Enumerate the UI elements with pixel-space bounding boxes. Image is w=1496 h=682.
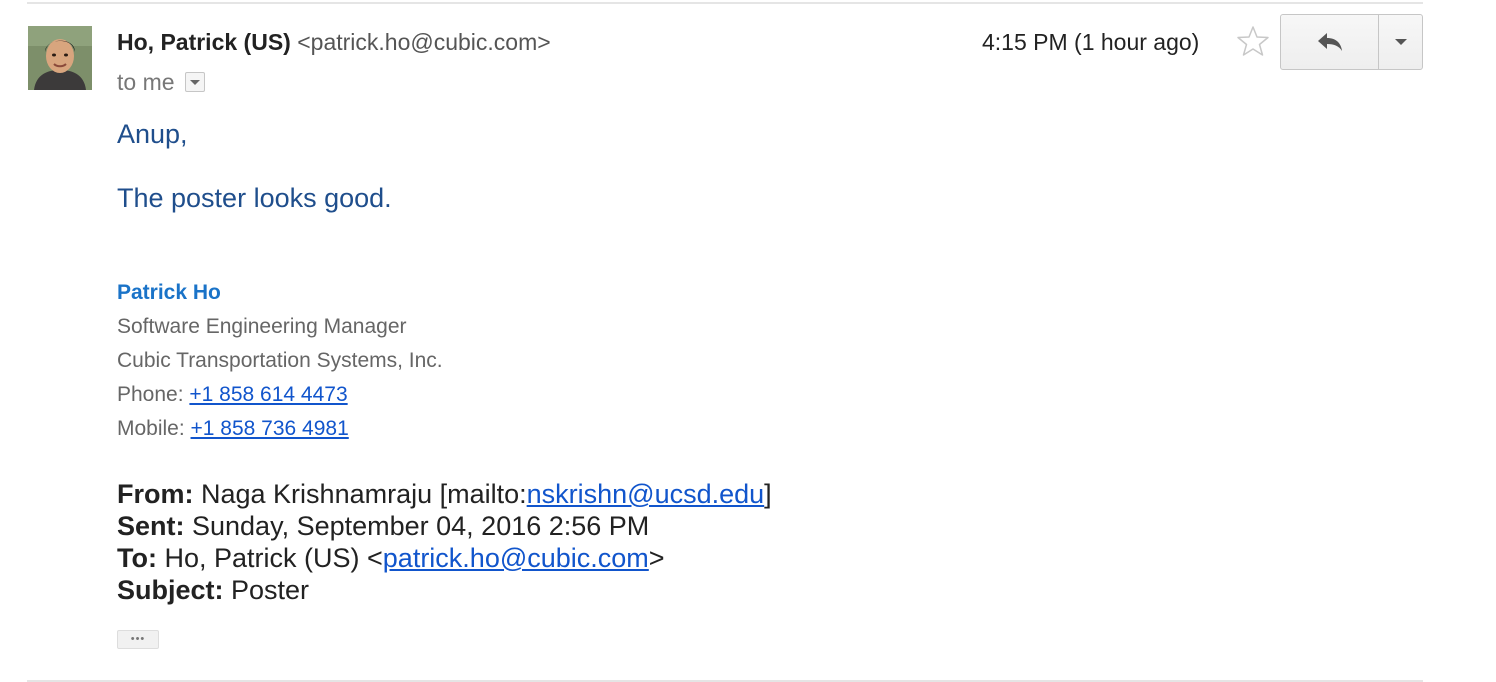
recipient-label: to me <box>117 69 175 95</box>
quoted-from-name: Naga Krishnamraju [mailto: <box>193 479 527 509</box>
sender-avatar[interactable] <box>28 26 92 90</box>
star-icon[interactable] <box>1236 24 1270 58</box>
signature-name: Patrick Ho <box>117 281 221 304</box>
phone-label: Phone: <box>117 383 190 406</box>
quoted-to-label: To: <box>117 543 157 573</box>
signature-mobile: Mobile: +1 858 736 4981 <box>117 415 349 443</box>
quoted-sent-value: Sunday, September 04, 2016 2:56 PM <box>184 511 650 541</box>
quoted-to-end: > <box>648 543 665 573</box>
reply-icon <box>1317 33 1342 51</box>
quoted-subject-value: Poster <box>223 575 310 605</box>
quoted-sent-label: Sent: <box>117 511 185 541</box>
chevron-down-icon <box>1394 39 1407 45</box>
reply-button-group <box>1280 14 1423 70</box>
sender-email: <patrick.ho@cubic.com> <box>297 29 551 55</box>
more-options-button[interactable] <box>1379 15 1422 69</box>
sender: Ho, Patrick (US) <patrick.ho@cubic.com> <box>117 27 551 57</box>
quoted-to-line: To: Ho, Patrick (US) <patrick.ho@cubic.c… <box>117 542 665 574</box>
quoted-to-email-link[interactable]: patrick.ho@cubic.com <box>383 543 649 573</box>
quoted-to-name: Ho, Patrick (US) < <box>156 543 383 573</box>
quoted-from-label: From: <box>117 479 194 509</box>
recipient-line: to me <box>117 67 205 97</box>
quoted-from-end: ] <box>764 479 772 509</box>
mobile-label: Mobile: <box>117 417 191 440</box>
message-timestamp: 4:15 PM (1 hour ago) <box>982 29 1200 55</box>
quoted-from-email-link[interactable]: nskrishn@ucsd.edu <box>527 479 765 509</box>
show-details-chevron-down-icon[interactable] <box>184 72 205 92</box>
quoted-from-line: From: Naga Krishnamraju [mailto:nskrishn… <box>117 478 772 510</box>
message-body: The poster looks good. <box>117 183 392 213</box>
signature-title: Software Engineering Manager <box>117 315 407 338</box>
signature-company: Cubic Transportation Systems, Inc. <box>117 349 443 372</box>
reply-button[interactable] <box>1281 15 1379 69</box>
show-trimmed-content-button[interactable]: ••• <box>117 630 159 649</box>
signature-phone: Phone: +1 858 614 4473 <box>117 381 348 409</box>
sender-name[interactable]: Ho, Patrick (US) <box>117 29 291 55</box>
quoted-sent-line: Sent: Sunday, September 04, 2016 2:56 PM <box>117 510 649 542</box>
quoted-subject-label: Subject: <box>117 575 224 605</box>
phone-link[interactable]: +1 858 614 4473 <box>189 383 347 406</box>
message-greeting: Anup, <box>117 119 188 149</box>
message-top-divider <box>27 2 1423 4</box>
mobile-link[interactable]: +1 858 736 4981 <box>191 417 349 440</box>
quoted-subject-line: Subject: Poster <box>117 574 309 606</box>
